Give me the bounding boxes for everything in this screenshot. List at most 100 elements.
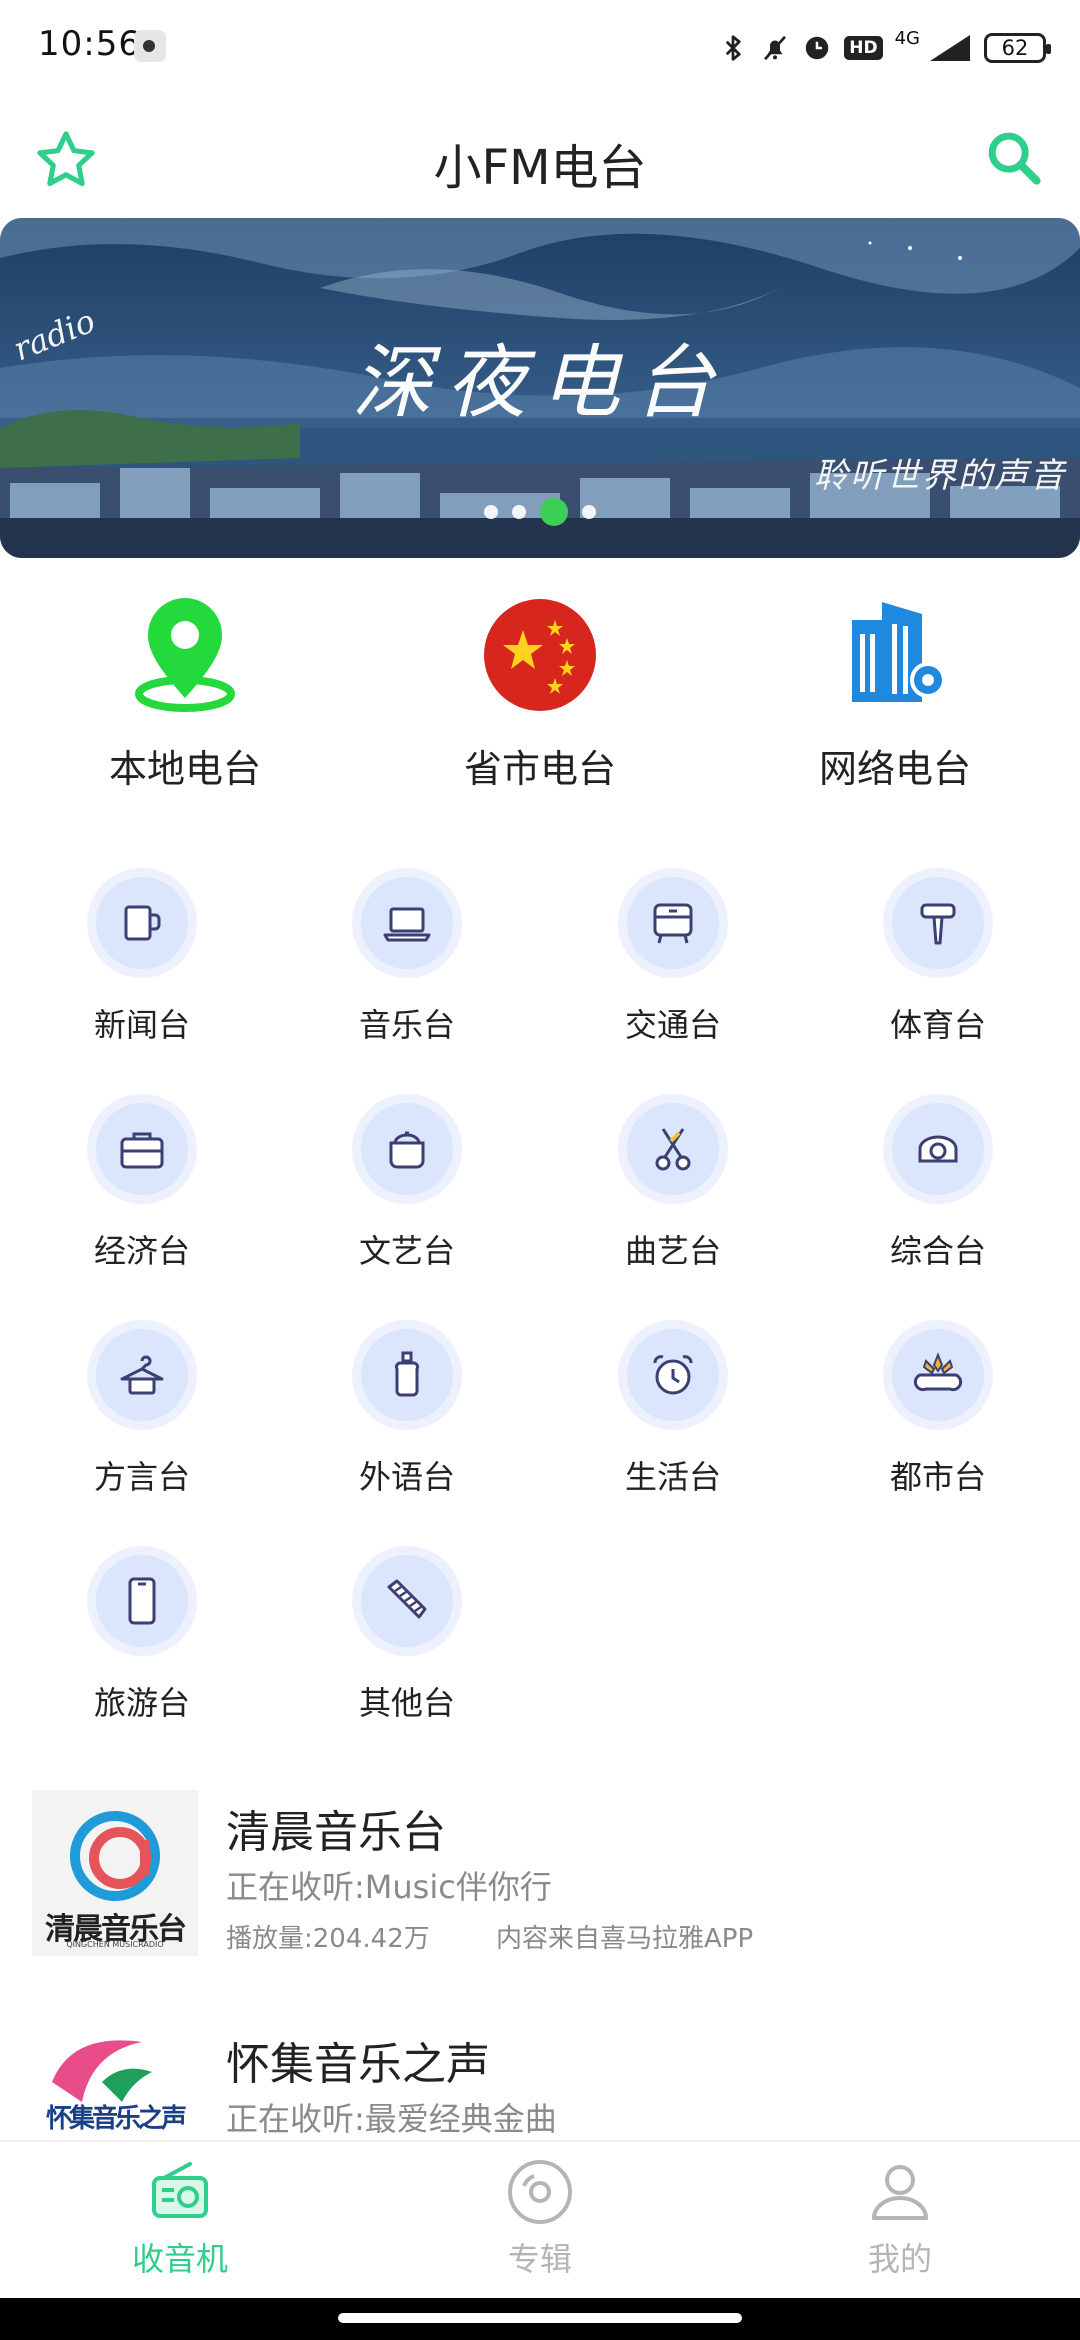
genre-label: 经济台 (93, 1232, 190, 1270)
station-name: 清晨音乐台 (226, 1807, 446, 1858)
clock-icon (806, 36, 829, 60)
comb-icon (387, 1579, 427, 1619)
hd-badge: HD (844, 36, 883, 60)
genre-life[interactable]: 生活台 (543, 1320, 803, 1498)
battery-level: 62 (1001, 36, 1029, 60)
scissors-icon (655, 1128, 691, 1171)
station-source: 内容来自喜马拉雅APP (496, 1924, 754, 1954)
radio-icon (152, 2162, 208, 2218)
station-logo-subtext: QINGCHEN MUSICRADIO (66, 1940, 164, 1949)
genre-label: 音乐台 (358, 1006, 455, 1044)
location-pin-icon (135, 598, 235, 712)
mug-icon (124, 905, 161, 941)
cabinet-icon (653, 903, 693, 944)
carousel-dot-active[interactable] (540, 498, 568, 526)
bottom-navigation: 收音机 专辑 我的 (0, 2140, 1080, 2300)
genre-label: 交通台 (624, 1006, 721, 1044)
banner-title: 深夜电台 (352, 336, 728, 429)
status-icons: HD 4G 62 (718, 24, 1051, 72)
genre-general[interactable]: 综合台 (808, 1094, 1068, 1272)
genre-news[interactable]: 新闻台 (12, 868, 272, 1046)
carousel-dot[interactable] (484, 505, 498, 519)
banner-carousel[interactable]: radio 深夜电台 聆听世界的声音 (0, 218, 1080, 558)
briefcase-icon (120, 1132, 164, 1169)
system-home-bar (0, 2298, 1080, 2340)
carousel-dot[interactable] (582, 505, 596, 519)
genre-label: 都市台 (889, 1458, 986, 1496)
battery-indicator: 62 (984, 33, 1051, 63)
network-type: 4G (894, 27, 920, 49)
genre-dialect[interactable]: 方言台 (12, 1320, 272, 1498)
user-icon (872, 2165, 928, 2220)
genre-label: 旅游台 (93, 1684, 190, 1722)
genre-economy[interactable]: 经济台 (12, 1094, 272, 1272)
genre-traffic[interactable]: 交通台 (543, 868, 803, 1046)
hanger-icon (120, 1355, 164, 1395)
carousel-indicator (0, 498, 1080, 526)
category-label: 省市电台 (463, 747, 616, 791)
genre-label: 其他台 (358, 1684, 455, 1722)
search-icon[interactable] (982, 126, 1046, 190)
station-logo: 清晨音乐台 QINGCHEN MUSICRADIO (32, 1790, 198, 1956)
category-province[interactable]: 省市电台 (390, 590, 690, 793)
pot-icon (389, 1131, 425, 1169)
nav-album[interactable]: 专辑 (390, 2156, 690, 2280)
category-label: 本地电台 (108, 747, 261, 791)
hair-dryer-icon (920, 903, 956, 945)
mute-bell-icon (764, 35, 787, 61)
genre-label: 曲艺台 (624, 1232, 721, 1270)
bluetooth-icon (726, 35, 741, 61)
genre-label: 综合台 (889, 1232, 986, 1270)
genre-label: 新闻台 (93, 1006, 190, 1044)
disc-icon (508, 2160, 572, 2224)
station-logo-text: 怀集音乐之声 (45, 2104, 187, 2134)
nav-label: 专辑 (507, 2240, 572, 2278)
nav-label: 我的 (867, 2240, 932, 2278)
app-bar: 小FM电台 (0, 110, 1080, 210)
genre-sports[interactable]: 体育台 (808, 868, 1068, 1046)
status-bar: 10:56 HD 4G 62 (0, 0, 1080, 96)
nav-radio[interactable]: 收音机 (30, 2156, 330, 2280)
status-time: 10:56 (38, 24, 141, 64)
nav-profile[interactable]: 我的 (750, 2156, 1050, 2280)
station-logo: 怀集音乐之声 (32, 2022, 198, 2140)
station-categories: 本地电台 省市电台 网络电台 (0, 590, 1080, 793)
china-flag-icon (484, 599, 596, 711)
page-title: 小FM电台 (433, 140, 647, 196)
genre-label: 体育台 (889, 1006, 986, 1044)
home-indicator[interactable] (338, 2313, 742, 2323)
genre-label: 方言台 (93, 1458, 190, 1496)
category-local[interactable]: 本地电台 (35, 590, 335, 793)
plant-pot-icon (913, 1352, 963, 1392)
building-gear-icon (852, 602, 946, 702)
banner-subtitle: 聆听世界的声音 (814, 456, 1066, 496)
station-play-count: 播放量:204.42万 (226, 1924, 430, 1954)
category-label: 网络电台 (818, 747, 971, 791)
nav-label: 收音机 (131, 2240, 228, 2278)
genre-other[interactable]: 其他台 (277, 1546, 537, 1724)
carousel-dot[interactable] (512, 505, 526, 519)
genre-city[interactable]: 都市台 (808, 1320, 1068, 1498)
signal-icon (930, 35, 970, 61)
genre-label: 文艺台 (358, 1232, 455, 1270)
station-now-playing: 正在收听:Music伴你行 (226, 1868, 552, 1906)
alarm-clock-icon (653, 1355, 693, 1395)
genre-arts[interactable]: 文艺台 (277, 1094, 537, 1272)
station-meta: 播放量:204.42万 内容来自喜马拉雅APP (226, 1918, 811, 1955)
phone-icon (128, 1577, 156, 1625)
category-network[interactable]: 网络电台 (745, 590, 1045, 793)
genre-opera[interactable]: 曲艺台 (543, 1094, 803, 1272)
camera-notification-icon (134, 30, 166, 62)
bottle-icon (394, 1351, 420, 1397)
station-name: 怀集音乐之声 (226, 2039, 490, 2090)
genre-label: 生活台 (624, 1458, 721, 1496)
station-item[interactable]: 清晨音乐台 QINGCHEN MUSICRADIO 清晨音乐台 正在收听:Mus… (0, 1790, 1080, 1990)
laptop-icon (383, 907, 431, 942)
genre-music[interactable]: 音乐台 (277, 868, 537, 1046)
genre-label: 外语台 (358, 1458, 455, 1496)
station-item[interactable]: 怀集音乐之声 怀集音乐之声 正在收听:最爱经典金曲 (0, 2022, 1080, 2140)
sofa-icon (918, 1135, 958, 1163)
genre-travel[interactable]: 旅游台 (12, 1546, 272, 1724)
genre-foreign[interactable]: 外语台 (277, 1320, 537, 1498)
station-now-playing: 正在收听:最爱经典金曲 (226, 2100, 557, 2138)
